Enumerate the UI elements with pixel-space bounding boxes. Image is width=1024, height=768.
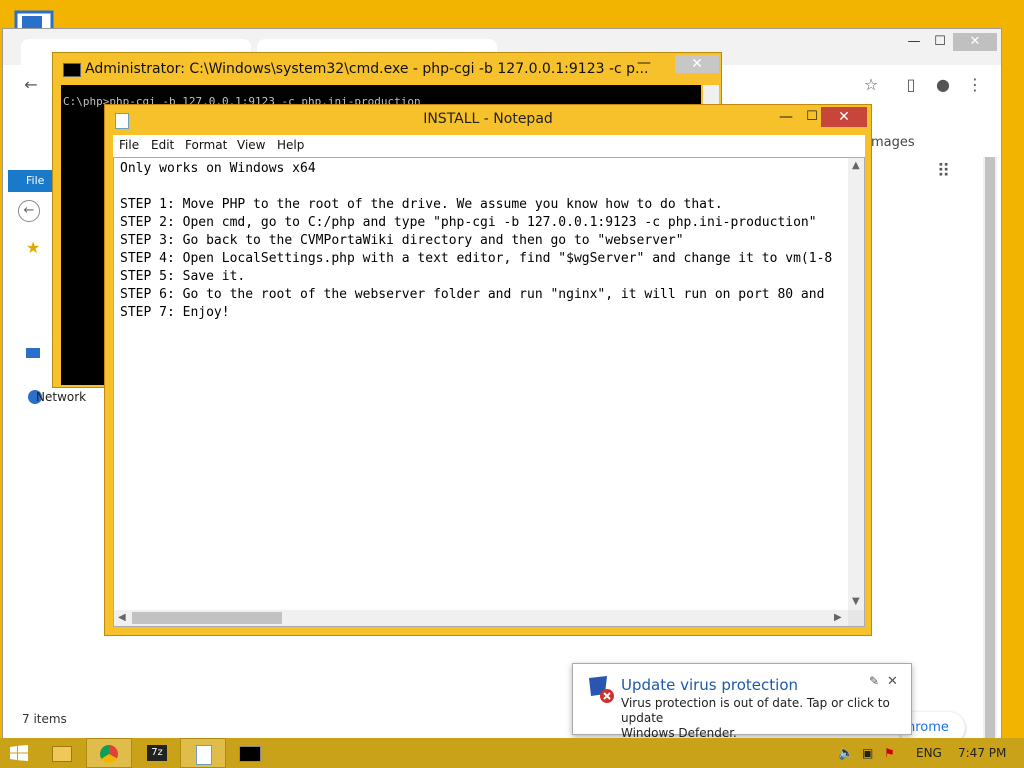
notepad-title: INSTALL - Notepad <box>423 111 553 127</box>
notification-close-icon[interactable]: ✕ <box>887 674 898 689</box>
chrome-icon <box>100 745 118 763</box>
this-pc-icon <box>26 348 40 358</box>
notification-title: Update virus protection <box>621 676 799 694</box>
notification-body: Virus protection is out of date. Tap or … <box>621 696 911 741</box>
taskbar-explorer-button[interactable] <box>38 738 84 768</box>
explorer-back-icon[interactable]: ← <box>18 200 40 222</box>
notepad-hscroll-thumb[interactable] <box>132 612 282 624</box>
cmd-app-icon <box>63 63 81 77</box>
language-indicator[interactable]: ENG <box>916 746 942 760</box>
notification-body-line1: Virus protection is out of date. Tap or … <box>621 696 890 725</box>
notepad-menubar: File Edit Format View Help <box>113 135 865 157</box>
clock[interactable]: 7:47 PM <box>958 746 1006 760</box>
network-label[interactable]: Network <box>36 390 86 404</box>
cmd-title: Administrator: C:\Windows\system32\cmd.e… <box>85 61 649 77</box>
notepad-icon <box>196 745 212 765</box>
menu-file[interactable]: File <box>119 138 139 152</box>
back-arrow-icon[interactable]: ← <box>21 75 41 95</box>
pin-icon[interactable]: ✎ <box>869 674 879 688</box>
scroll-up-icon[interactable]: ▲ <box>852 160 860 171</box>
star-icon[interactable]: ☆ <box>861 75 881 95</box>
taskbar-notepad-button[interactable] <box>180 738 226 768</box>
notepad-horizontal-scrollbar[interactable]: ◀ ▶ <box>114 610 848 626</box>
defender-tray-icon[interactable]: ⚑ <box>884 746 895 760</box>
apps-grid-icon[interactable]: ⠿ <box>937 161 957 182</box>
menu-help[interactable]: Help <box>277 138 304 152</box>
network-tray-icon[interactable]: ▣ <box>862 746 873 760</box>
notepad-vertical-scrollbar[interactable]: ▲ ▼ <box>848 158 864 610</box>
taskbar: 7z 🔈 ▣ ⚑ ENG 7:47 PM <box>0 738 1024 768</box>
taskbar-cmd-button[interactable] <box>226 738 272 768</box>
notepad-content: Only works on Windows x64 STEP 1: Move P… <box>120 161 833 320</box>
notepad-close-button[interactable]: ✕ <box>821 107 867 127</box>
favorites-star-icon: ★ <box>26 238 41 257</box>
menu-dots-icon[interactable]: ⋮ <box>965 75 985 95</box>
notepad-window: INSTALL - Notepad — ☐ ✕ File Edit Format… <box>104 104 872 636</box>
profile-avatar-icon[interactable]: ● <box>933 75 953 95</box>
cmd-minimize-button[interactable]: — <box>631 55 657 73</box>
scroll-right-icon[interactable]: ▶ <box>834 612 842 623</box>
menu-view[interactable]: View <box>237 138 265 152</box>
cmd-close-button[interactable]: ✕ <box>675 55 719 73</box>
taskbar-chrome-button[interactable] <box>86 738 132 768</box>
items-count: 7 items <box>22 712 67 726</box>
notepad-text-area[interactable]: Only works on Windows x64 STEP 1: Move P… <box>113 157 865 627</box>
notepad-minimize-button[interactable]: — <box>773 109 799 129</box>
notepad-scroll-corner <box>848 610 864 626</box>
start-windows-icon[interactable] <box>10 745 28 761</box>
chrome-scroll-thumb[interactable] <box>985 157 995 742</box>
defender-notification[interactable]: Update virus protection Virus protection… <box>572 663 912 740</box>
cmd-icon <box>239 746 261 762</box>
scroll-left-icon[interactable]: ◀ <box>118 612 126 623</box>
7zip-icon: 7z <box>147 745 167 761</box>
sidebar-icon[interactable]: ▯ <box>901 75 921 95</box>
defender-warning-icon <box>589 676 614 703</box>
menu-edit[interactable]: Edit <box>151 138 174 152</box>
menu-format[interactable]: Format <box>185 138 227 152</box>
chrome-scrollbar[interactable] <box>983 157 997 759</box>
taskbar-7zip-button[interactable]: 7z <box>134 738 180 768</box>
scroll-down-icon[interactable]: ▼ <box>852 596 860 607</box>
chrome-close-button[interactable]: ✕ <box>953 33 997 51</box>
images-link[interactable]: mages <box>871 135 915 150</box>
volume-muted-icon[interactable]: 🔈 <box>838 746 854 761</box>
folder-icon <box>52 746 72 762</box>
chrome-maximize-button[interactable]: ☐ <box>925 33 955 51</box>
